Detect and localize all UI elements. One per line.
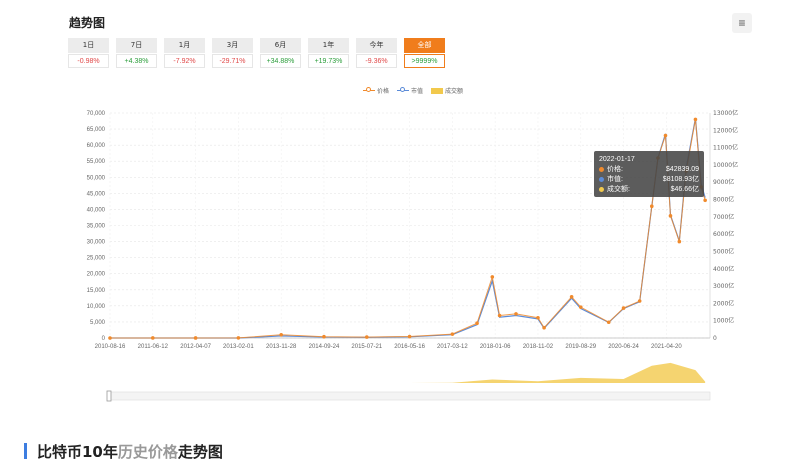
y-right-tick: 3000亿 bbox=[713, 282, 734, 290]
price-point bbox=[236, 336, 241, 340]
x-tick: 2015-07-21 bbox=[351, 344, 382, 350]
zoom-slider-handle bbox=[106, 390, 112, 402]
y-right-tick: 9000亿 bbox=[713, 178, 734, 186]
tooltip-volume-label: 成交额: bbox=[607, 186, 630, 193]
price-point bbox=[450, 332, 455, 336]
price-point bbox=[497, 313, 502, 318]
y-left-tick: 30,000 bbox=[87, 240, 106, 246]
x-tick: 2013-11-28 bbox=[266, 344, 297, 350]
zoom-slider-track bbox=[109, 391, 711, 401]
price-point bbox=[569, 295, 574, 299]
y-right-tick: 2000亿 bbox=[713, 299, 734, 307]
y-right-tick: 0 bbox=[713, 335, 717, 342]
y-left-tick: 20,000 bbox=[87, 272, 106, 278]
price-point bbox=[475, 321, 479, 326]
tooltip-price-value: $42839.09 bbox=[665, 165, 699, 173]
price-point bbox=[490, 275, 495, 279]
y-left-tick: 55,000 bbox=[87, 159, 106, 165]
tooltip-mcap-value: $8108.93亿 bbox=[662, 176, 699, 183]
y-left-tick: 65,000 bbox=[87, 127, 106, 133]
y-right-tick: 4000亿 bbox=[713, 265, 734, 273]
price-point bbox=[578, 305, 583, 309]
heading-suffix: 走势图 bbox=[177, 442, 223, 461]
price-point bbox=[637, 299, 642, 303]
y-left-tick: 35,000 bbox=[87, 224, 106, 230]
x-tick: 2013-02-01 bbox=[223, 344, 254, 350]
price-point bbox=[668, 214, 673, 218]
price-point bbox=[663, 133, 668, 138]
x-tick: 2010-08-16 bbox=[95, 344, 126, 350]
price-point bbox=[514, 312, 518, 316]
chart-tooltip: 2022-01-17 价格: $42839.09 市值: $8108.93亿 成交额… bbox=[594, 151, 704, 197]
section-heading: 比特币10年历史价格走势图 bbox=[24, 441, 223, 461]
tooltip-mcap-dot bbox=[599, 176, 604, 182]
y-left-tick: 40,000 bbox=[87, 207, 106, 213]
price-point bbox=[693, 117, 698, 122]
price-point bbox=[279, 332, 283, 337]
x-tick: 2021-04-20 bbox=[651, 344, 682, 350]
y-right-tick: 7000亿 bbox=[713, 213, 734, 221]
y-left-tick: 10,000 bbox=[87, 304, 106, 310]
tooltip-price-dot bbox=[599, 166, 604, 172]
y-right-tick: 13000亿 bbox=[713, 109, 738, 117]
price-point bbox=[407, 334, 412, 339]
x-tick: 2012-04-07 bbox=[180, 344, 211, 350]
y-right-tick: 5000亿 bbox=[713, 247, 734, 255]
heading-accent-bar bbox=[24, 443, 27, 459]
price-point bbox=[649, 204, 654, 209]
x-tick: 2017-03-12 bbox=[437, 344, 468, 350]
y-left-tick: 50,000 bbox=[87, 175, 106, 181]
tooltip-price-label: 价格: bbox=[607, 166, 623, 173]
price-point bbox=[536, 315, 540, 320]
volume-area bbox=[409, 362, 706, 383]
y-right-tick: 11000亿 bbox=[713, 144, 738, 152]
tooltip-volume-dot bbox=[599, 186, 604, 192]
tooltip-volume-value: $46.66亿 bbox=[670, 186, 699, 193]
x-tick: 2016-05-16 bbox=[394, 344, 425, 350]
price-point bbox=[108, 336, 112, 340]
y-left-tick: 5,000 bbox=[90, 320, 106, 326]
y-right-tick: 6000亿 bbox=[713, 230, 734, 238]
price-point bbox=[322, 334, 326, 339]
price-point bbox=[542, 325, 546, 330]
price-chart[interactable]: 0 5,000 10,000 15,000 20,000 25,000 30,000 35,0… bbox=[0, 0, 796, 467]
x-tick: 2014-09-24 bbox=[309, 344, 340, 350]
y-left-tick: 15,000 bbox=[87, 288, 106, 294]
x-tick: 2011-06-12 bbox=[138, 344, 169, 350]
y-left-tick: 60,000 bbox=[87, 143, 106, 149]
price-point bbox=[193, 336, 198, 340]
price-point bbox=[621, 306, 626, 310]
price-point bbox=[677, 239, 682, 244]
price-point bbox=[606, 320, 611, 325]
y-left-tick: 45,000 bbox=[87, 191, 106, 197]
y-left-tick: 25,000 bbox=[87, 256, 106, 262]
tooltip-mcap-label: 市值: bbox=[607, 176, 623, 183]
y-right-tick: 8000亿 bbox=[713, 196, 734, 204]
y-right-tick: 10000亿 bbox=[713, 161, 738, 169]
heading-prefix: 比特币10年 bbox=[37, 442, 118, 461]
price-point bbox=[703, 198, 707, 203]
y-right-tick: 1000亿 bbox=[713, 317, 734, 325]
y-right-tick: 12000亿 bbox=[713, 126, 738, 134]
tooltip-date: 2022-01-17 bbox=[599, 155, 635, 163]
x-tick: 2019-08-29 bbox=[565, 344, 596, 350]
x-tick: 2020-06-24 bbox=[608, 344, 639, 350]
heading-link[interactable]: 历史价格 bbox=[118, 443, 178, 461]
x-tick: 2018-01-06 bbox=[480, 344, 511, 350]
price-point bbox=[364, 335, 369, 339]
x-tick: 2018-11-02 bbox=[523, 344, 554, 350]
price-point bbox=[150, 336, 155, 340]
y-left-tick: 0 bbox=[102, 336, 106, 342]
y-left-tick: 70,000 bbox=[87, 111, 106, 117]
